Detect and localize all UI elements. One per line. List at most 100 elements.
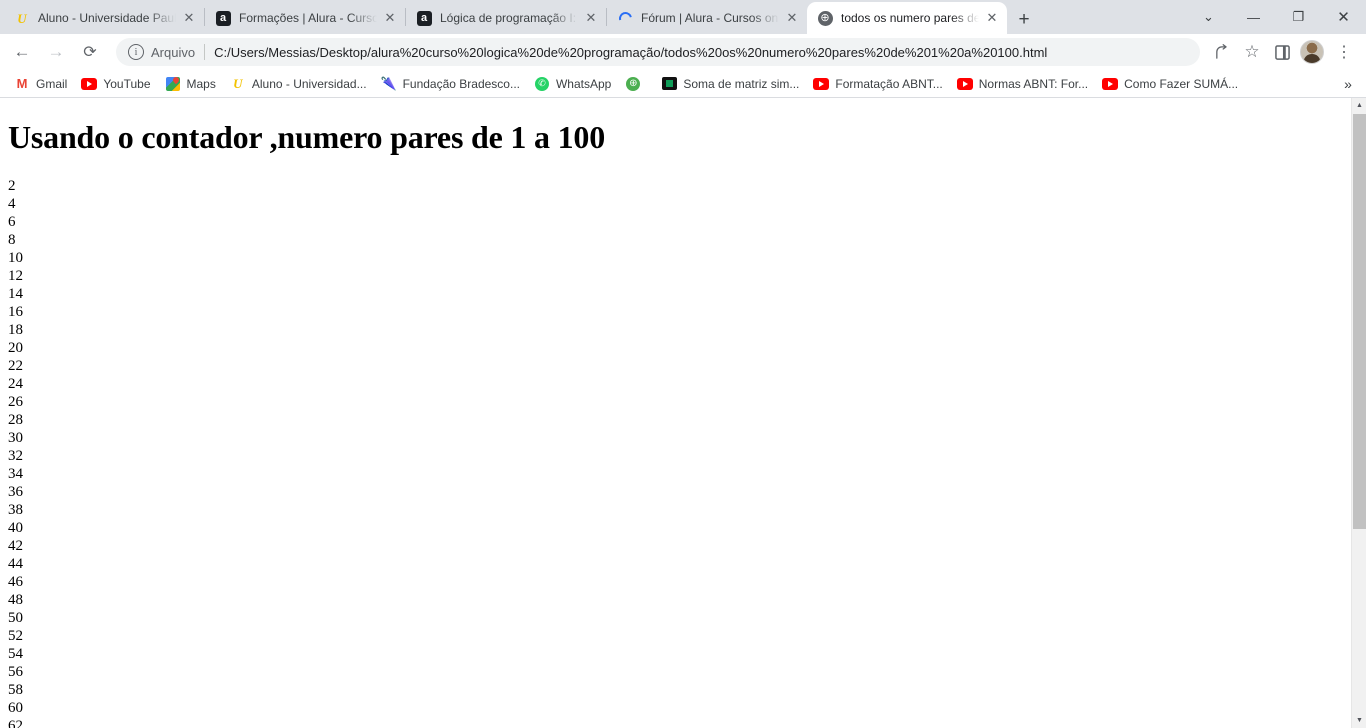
bradesco-icon: 🌂 (380, 76, 397, 91)
list-all-tabs-button[interactable]: ⌄ (1186, 0, 1231, 34)
maps-icon (165, 76, 181, 92)
number-item: 52 (8, 628, 23, 644)
url-text: C:/Users/Messias/Desktop/alura%20curso%2… (214, 44, 1048, 60)
globe-icon: ⊕ (817, 10, 833, 26)
scroll-down-arrow[interactable]: ▼ (1352, 713, 1366, 728)
bookmark-label: Formatação ABNT... (835, 76, 943, 91)
number-item: 10 (8, 250, 23, 266)
youtube-icon (1102, 76, 1119, 92)
number-item: 22 (8, 358, 23, 374)
bookmark-item[interactable]: 🌂 Fundação Bradesco... (375, 73, 528, 95)
browser-tab-active[interactable]: ⊕ todos os numero pares de 1 ✕ (807, 2, 1007, 34)
u-letter-icon: U (233, 76, 243, 91)
youtube-icon (81, 76, 98, 92)
bookmark-item[interactable]: Como Fazer SUMÁ... (1096, 73, 1246, 95)
tab-title: todos os numero pares de 1 (841, 11, 979, 25)
tab-close-button[interactable]: ✕ (381, 9, 399, 27)
avatar[interactable] (1300, 40, 1324, 64)
forward-button[interactable]: → (42, 38, 70, 66)
bookmark-item[interactable]: ✆ WhatsApp (528, 73, 619, 95)
number-item: 26 (8, 394, 23, 410)
number-item: 18 (8, 322, 23, 338)
tab-close-button[interactable]: ✕ (783, 9, 801, 27)
globe-green-icon: ⊕ (625, 76, 641, 92)
browser-toolbar: ← → ⟳ i Arquivo C:/Users/Messias/Desktop… (0, 34, 1366, 70)
site-info-icon[interactable]: i (128, 44, 144, 60)
number-item: 12 (8, 268, 23, 284)
number-item: 42 (8, 538, 23, 554)
window-controls: ⌄ — ❐ ✕ (1186, 0, 1366, 34)
number-item: 60 (8, 700, 23, 716)
address-bar[interactable]: i Arquivo C:/Users/Messias/Desktop/alura… (116, 38, 1200, 66)
omnibox-divider (204, 44, 206, 60)
tab-title: Fórum | Alura - Cursos online (641, 11, 779, 25)
number-item: 24 (8, 376, 23, 392)
bookmark-item[interactable]: Soma de matriz sim... (655, 73, 807, 95)
number-item: 8 (8, 232, 16, 248)
browser-tab[interactable]: U Aluno - Universidade Paulista ✕ (4, 2, 204, 34)
bookmark-label: WhatsApp (555, 76, 612, 91)
gmail-icon: M (16, 76, 28, 91)
bookmark-label: Soma de matriz sim... (683, 76, 800, 91)
bookmark-label: Aluno - Universidad... (251, 76, 367, 91)
tab-close-button[interactable]: ✕ (582, 9, 600, 27)
back-button[interactable]: ← (8, 38, 36, 66)
minimize-button[interactable]: — (1231, 0, 1276, 34)
number-item: 4 (8, 196, 16, 212)
bookmark-item[interactable]: M Gmail (8, 73, 75, 95)
bookmark-item[interactable]: YouTube (75, 73, 158, 95)
youtube-icon (956, 76, 973, 92)
new-tab-button[interactable]: + (1007, 4, 1041, 34)
browser-tab[interactable]: a Lógica de programação I: os ✕ (406, 2, 606, 34)
number-item: 6 (8, 214, 16, 230)
page-content: Usando o contador ,numero pares de 1 a 1… (0, 98, 1351, 728)
maximize-button[interactable]: ❐ (1276, 0, 1321, 34)
number-item: 36 (8, 484, 23, 500)
vertical-scrollbar[interactable]: ▲ ▼ (1351, 98, 1366, 728)
tab-title: Lógica de programação I: os (440, 11, 578, 25)
number-item: 28 (8, 412, 23, 428)
scrollbar-thumb[interactable] (1353, 114, 1366, 529)
reload-button[interactable]: ⟳ (76, 38, 104, 66)
tab-title: Formações | Alura - Cursos o (239, 11, 377, 25)
number-item: 14 (8, 286, 23, 302)
number-item: 50 (8, 610, 23, 626)
tab-close-button[interactable]: ✕ (180, 9, 198, 27)
bookmark-item[interactable]: U Aluno - Universidad... (224, 73, 375, 95)
bookmark-item[interactable]: ⊕ (619, 73, 655, 95)
number-item: 2 (8, 178, 16, 194)
whatsapp-icon: ✆ (534, 76, 550, 92)
number-item: 62 (8, 718, 23, 728)
number-item: 44 (8, 556, 23, 572)
bookmarks-overflow-button[interactable]: » (1338, 74, 1358, 94)
bookmark-label: Normas ABNT: For... (978, 76, 1089, 91)
close-window-button[interactable]: ✕ (1321, 0, 1366, 34)
bookmark-item[interactable]: Formatação ABNT... (807, 73, 950, 95)
side-panel-icon[interactable] (1268, 38, 1296, 66)
bookmark-label: Como Fazer SUMÁ... (1124, 76, 1239, 91)
chrome-menu-icon[interactable]: ⋮ (1330, 38, 1358, 66)
bookmark-item[interactable]: Maps (159, 73, 224, 95)
scroll-up-arrow[interactable]: ▲ (1352, 98, 1366, 113)
alura-icon: a (215, 10, 231, 26)
page-viewport: Usando o contador ,numero pares de 1 a 1… (0, 98, 1366, 728)
page-title: Usando o contador ,numero pares de 1 a 1… (8, 119, 605, 155)
number-item: 16 (8, 304, 23, 320)
browser-tab[interactable]: Fórum | Alura - Cursos online ✕ (607, 2, 807, 34)
number-item: 34 (8, 466, 23, 482)
number-item: 48 (8, 592, 23, 608)
tab-close-button[interactable]: ✕ (983, 9, 1001, 27)
number-item: 40 (8, 520, 23, 536)
bookmark-label: YouTube (103, 76, 151, 91)
alura-icon: a (416, 10, 432, 26)
bookmark-label: Gmail (36, 76, 68, 91)
bookmark-item[interactable]: Normas ABNT: For... (951, 73, 1096, 95)
u-letter-icon: U (17, 10, 27, 26)
number-item: 58 (8, 682, 23, 698)
browser-tab[interactable]: a Formações | Alura - Cursos o ✕ (205, 2, 405, 34)
bookmarks-bar: M Gmail YouTube Maps U Aluno - Universid… (0, 70, 1366, 98)
tab-title: Aluno - Universidade Paulista (38, 11, 176, 25)
share-icon[interactable] (1208, 38, 1236, 66)
number-item: 56 (8, 664, 23, 680)
bookmark-star-icon[interactable]: ☆ (1238, 38, 1266, 66)
